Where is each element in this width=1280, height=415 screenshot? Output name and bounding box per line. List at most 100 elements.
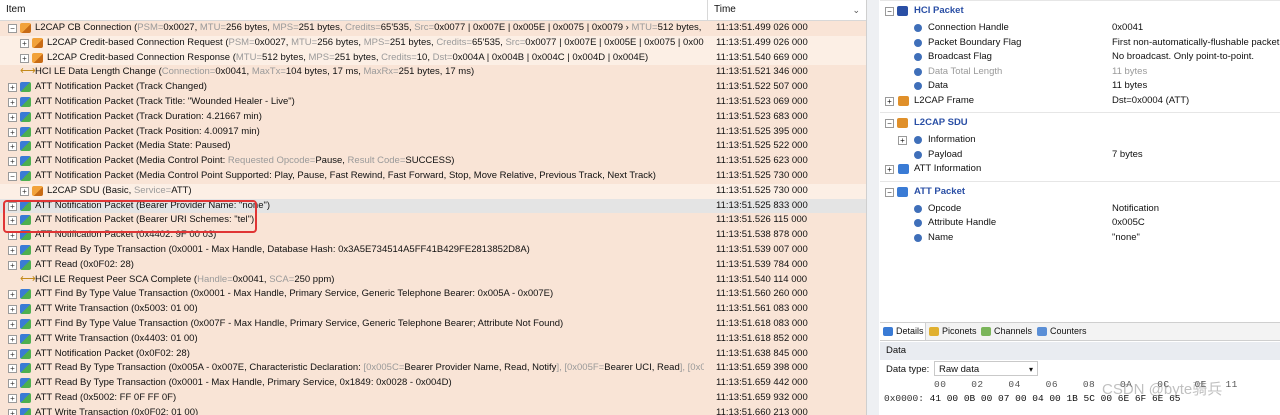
column-time-sort-icon[interactable]: ⌄ <box>852 0 860 20</box>
table-row[interactable]: + ATT Notification Packet (Track Position… <box>0 124 866 140</box>
att-icon <box>20 82 31 93</box>
expand-icon[interactable]: + <box>8 349 17 359</box>
table-row[interactable]: ⟷ HCI LE Data Length Change (Connection=0… <box>0 65 866 81</box>
table-row[interactable]: + ATT Find By Type Value Transaction (0x0… <box>0 316 866 332</box>
table-row[interactable]: − ATT Notification Packet (Media Control … <box>0 168 866 184</box>
table-row[interactable]: ⟷ HCI LE Request Peer SCA Complete (Handl… <box>0 272 866 288</box>
table-row[interactable]: + ATT Notification Packet (Track Duration… <box>0 109 866 125</box>
detail-field[interactable]: Packet Boundary Flag First non-automatica… <box>880 36 1280 51</box>
table-row[interactable]: + L2CAP Credit-based Connection Request (… <box>0 35 866 51</box>
field-name: Broadcast Flag <box>928 51 992 62</box>
table-row[interactable]: + ATT Read By Type Transaction (0x0001 - … <box>0 376 866 391</box>
column-time[interactable]: Time ⌄ <box>708 0 866 20</box>
section-title: HCI Packet <box>914 5 964 16</box>
row-time: 11:13:51.521 346 000 <box>716 66 808 78</box>
detail-field[interactable]: Attribute Handle 0x005C <box>880 216 1280 231</box>
collapse-icon[interactable]: − <box>8 171 17 181</box>
field-name: Connection Handle <box>928 22 1009 33</box>
table-row[interactable]: + ATT Read (0x5002: FF 0F FF 0F) 11:13:51.… <box>0 390 866 406</box>
expand-icon[interactable]: + <box>8 364 17 374</box>
detail-field[interactable]: Broadcast Flag No broadcast. Only point-t… <box>880 50 1280 65</box>
section-header[interactable]: − ATT Packet <box>880 180 1280 202</box>
details-tree: − HCI Packet Connection Handle 0x0041 Packet… <box>880 0 1280 249</box>
collapse-icon[interactable]: − <box>885 7 894 16</box>
tab-counters[interactable]: Counters <box>1034 323 1094 340</box>
detail-field[interactable]: Data 11 bytes <box>880 79 1280 94</box>
att-icon <box>20 318 31 329</box>
table-row[interactable]: + ATT Notification Packet (Track Changed)… <box>0 80 866 95</box>
row-time: 11:13:51.526 115 000 <box>716 214 808 226</box>
detail-field[interactable]: Data Total Length 11 bytes <box>880 65 1280 80</box>
expand-icon[interactable]: + <box>20 53 29 63</box>
section-header[interactable]: − L2CAP SDU <box>880 112 1280 133</box>
expand-icon[interactable]: + <box>8 260 17 270</box>
expand-icon[interactable]: + <box>8 157 17 167</box>
table-row[interactable]: + ATT Notification Packet (Media Control … <box>0 154 866 169</box>
expand-icon[interactable]: + <box>8 319 17 329</box>
section-header[interactable]: − HCI Packet <box>880 0 1280 21</box>
expand-icon[interactable]: + <box>8 142 17 152</box>
field-value: 7 bytes <box>1112 148 1143 160</box>
table-row[interactable]: + ATT Notification Packet (Media State: P… <box>0 139 866 155</box>
table-row[interactable]: + L2CAP Credit-based Connection Response … <box>0 50 866 66</box>
field-icon <box>914 219 922 227</box>
expand-icon[interactable]: + <box>885 165 894 174</box>
row-time: 11:13:51.540 114 000 <box>716 273 808 285</box>
expand-icon[interactable]: + <box>8 245 17 255</box>
table-row[interactable]: + ATT Write Transaction (0x4403: 01 00) 11… <box>0 331 866 347</box>
table-row[interactable]: + ATT Write Transaction (0x0F02: 01 00) 11… <box>0 405 866 415</box>
table-row[interactable]: + ATT Write Transaction (0x5003: 01 00) 11… <box>0 302 866 317</box>
expand-icon[interactable]: + <box>8 290 17 300</box>
collapse-icon[interactable]: − <box>885 119 894 128</box>
expand-icon[interactable]: + <box>8 408 17 415</box>
collapse-icon[interactable]: − <box>8 24 17 33</box>
expand-icon[interactable]: + <box>8 97 17 107</box>
detail-field[interactable]: + Information <box>880 133 1280 148</box>
table-row[interactable]: + L2CAP SDU (Basic, Service=ATT) 11:13:51.… <box>0 183 866 199</box>
expand-icon[interactable]: + <box>20 186 29 196</box>
detail-subtree[interactable]: + ATT Information <box>880 162 1280 177</box>
detail-field[interactable]: Payload 7 bytes <box>880 148 1280 163</box>
expand-icon[interactable]: + <box>8 83 17 93</box>
collapse-icon[interactable]: − <box>885 187 894 197</box>
table-row[interactable]: + ATT Read By Type Transaction (0x0001 - … <box>0 242 866 258</box>
table-row[interactable]: − L2CAP CB Connection (PSM=0x0027, MTU=25… <box>0 21 866 36</box>
att-icon <box>20 363 31 374</box>
expand-icon[interactable]: + <box>885 96 894 106</box>
att-icon <box>20 126 31 137</box>
expand-icon[interactable]: + <box>8 334 17 344</box>
pane-splitter[interactable] <box>867 0 879 415</box>
row-time: 11:13:51.659 932 000 <box>716 391 808 403</box>
field-value: No broadcast. Only point-to-point. <box>1112 51 1255 62</box>
detail-field[interactable]: Connection Handle 0x0041 <box>880 21 1280 36</box>
column-item[interactable]: Item <box>0 0 708 20</box>
tab-channels[interactable]: Channels <box>978 323 1034 340</box>
row-time: 11:13:51.659 442 000 <box>716 377 808 389</box>
table-row[interactable]: + ATT Read (0x0F02: 28) 11:13:51.539 784 0… <box>0 257 866 273</box>
tab-details[interactable]: Details <box>880 323 926 340</box>
table-row[interactable]: + ATT Read By Type Transaction (0x005A - … <box>0 361 866 377</box>
table-row[interactable]: + ATT Find By Type Value Transaction (0x0… <box>0 287 866 303</box>
expand-icon[interactable]: + <box>8 305 17 315</box>
att-icon <box>20 96 31 107</box>
row-summary: ATT Read (0x0F02: 28) <box>35 258 134 270</box>
row-time: 11:13:51.660 213 000 <box>716 406 808 415</box>
expand-icon[interactable]: + <box>20 38 29 48</box>
l2cap-sdu-icon <box>897 118 908 128</box>
row-summary: ATT Notification Packet (Track Changed) <box>35 81 207 93</box>
row-summary: ATT Notification Packet (Track Title: "W… <box>35 95 295 107</box>
detail-subtree[interactable]: + L2CAP Frame Dst=0x0004 (ATT) <box>880 94 1280 109</box>
detail-field[interactable]: Opcode Notification <box>880 202 1280 217</box>
table-row[interactable]: + ATT Notification Packet (Track Title: "… <box>0 94 866 110</box>
detail-field[interactable]: Name "none" <box>880 231 1280 246</box>
att-icon <box>20 289 31 300</box>
expand-icon[interactable]: + <box>8 127 17 137</box>
data-type-select[interactable]: Raw data ▾ <box>934 361 1038 376</box>
expand-icon[interactable]: + <box>8 112 17 122</box>
expand-icon[interactable]: + <box>8 379 17 389</box>
expand-icon[interactable]: + <box>898 136 907 145</box>
tab-piconets[interactable]: Piconets <box>926 323 978 340</box>
chevron-down-icon: ▾ <box>1028 365 1033 374</box>
expand-icon[interactable]: + <box>8 393 17 403</box>
table-row[interactable]: + ATT Notification Packet (0x0F02: 28) 11:… <box>0 346 866 362</box>
